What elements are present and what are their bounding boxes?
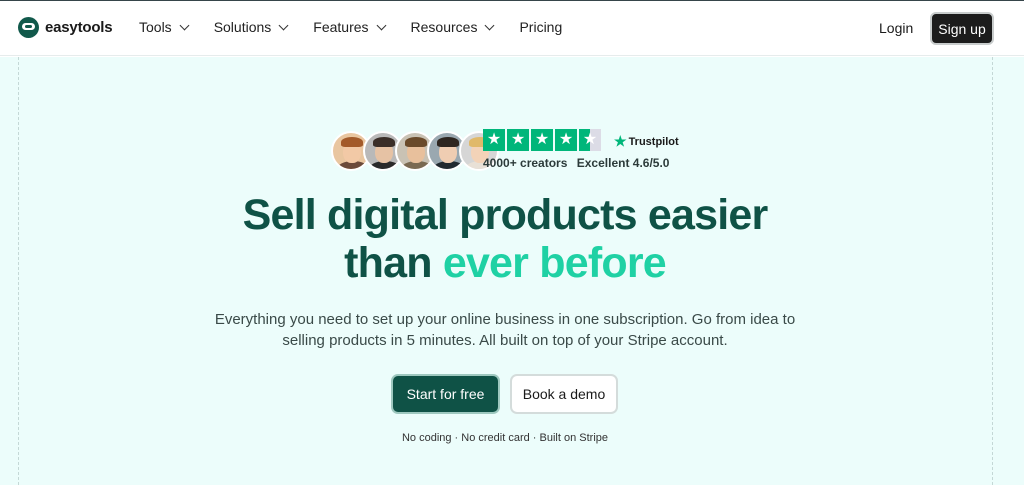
logo-text: easytools (45, 19, 113, 36)
star-icon: ★ (555, 129, 577, 151)
rating-text: Excellent 4.6/5.0 (576, 156, 670, 170)
rating-stars: ★ ★ ★ ★ ★ (483, 129, 601, 151)
login-link[interactable]: Login (879, 20, 913, 36)
headline-line-1: Sell digital products easier (242, 191, 769, 239)
nav-item-label: Resources (410, 19, 478, 35)
trustpilot-brand: Trustpilot (628, 135, 679, 148)
chevron-down-icon (278, 20, 289, 30)
nav-item-tools[interactable]: Tools (139, 19, 190, 35)
logo[interactable]: easytools (18, 17, 113, 38)
nav-item-features[interactable]: Features (313, 19, 386, 35)
star-icon: ★ (483, 129, 505, 151)
nav-item-label: Solutions (213, 19, 272, 35)
signup-button[interactable]: Sign up (930, 12, 994, 45)
start-for-free-button[interactable]: Start for free (391, 374, 500, 414)
star-icon: ★ (507, 129, 529, 151)
book-a-demo-button[interactable]: Book a demo (510, 374, 618, 414)
chevron-down-icon (485, 20, 495, 30)
star-icon: ★ (531, 129, 553, 151)
nav-item-label: Features (313, 19, 369, 35)
hero-footnote: No coding · No credit card · Built on St… (401, 432, 609, 444)
hero-subtitle: Everything you need to set up your onlin… (214, 311, 796, 349)
trustpilot-rating: ★ ★ ★ ★ ★ ★ Trustpilot 4000+ creators Ex… (483, 129, 679, 170)
nav-item-resources[interactable]: Resources (410, 19, 495, 35)
chevron-down-icon (376, 20, 386, 30)
top-navbar: easytools Tools Solutions Features Resou… (0, 0, 1024, 56)
headline-line-2-plain: than (344, 239, 443, 287)
chevron-down-icon (179, 20, 190, 30)
creators-count: 4000+ creators (483, 156, 568, 170)
half-star-icon: ★ (579, 129, 601, 151)
headline-accent: ever before (442, 239, 667, 287)
hero-headline: Sell digital products easier than ever b… (0, 191, 1010, 287)
nav-item-label: Pricing (519, 19, 563, 35)
trustpilot-logo: ★ Trustpilot (614, 133, 679, 150)
main-menu: Tools Solutions Features Resources Prici… (139, 19, 588, 35)
nav-item-pricing[interactable]: Pricing (519, 19, 562, 35)
trustpilot-star-icon: ★ (614, 133, 627, 149)
rating-summary: 4000+ creators Excellent 4.6/5.0 (483, 156, 675, 170)
nav-item-label: Tools (139, 19, 172, 35)
easytools-logo-icon (18, 17, 39, 38)
creator-avatars (331, 131, 499, 171)
nav-item-solutions[interactable]: Solutions (213, 19, 289, 35)
